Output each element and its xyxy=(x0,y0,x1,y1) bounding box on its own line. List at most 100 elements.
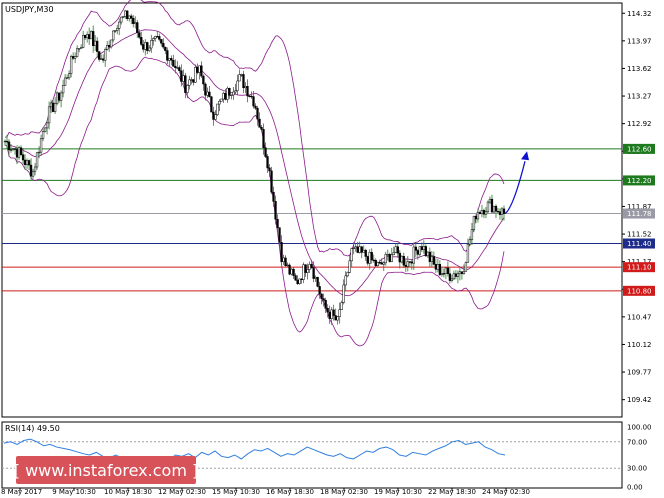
candle-body xyxy=(71,56,75,59)
candle-body xyxy=(264,147,267,157)
candle-body xyxy=(134,22,137,24)
x-tick-label: 12 May 02:30 xyxy=(158,488,206,496)
level-tag-label: 112.20 xyxy=(627,177,652,185)
candle-body xyxy=(312,267,315,279)
candle-body xyxy=(94,40,97,46)
candle-body xyxy=(360,246,363,253)
candle-body xyxy=(15,149,19,158)
rsi-label: RSI(14) 49.50 xyxy=(5,424,60,433)
candle-body xyxy=(106,44,109,50)
candle-body xyxy=(394,246,397,253)
candle-body xyxy=(218,101,221,105)
candle-body xyxy=(284,257,287,266)
candle-body xyxy=(266,156,269,169)
candle-body xyxy=(78,48,81,50)
candle-body xyxy=(84,35,87,39)
candle-body xyxy=(23,159,27,165)
candle-body xyxy=(434,264,438,270)
candle-body xyxy=(166,50,169,61)
candle-body xyxy=(63,77,67,86)
candle-body xyxy=(304,264,307,273)
level-tags: 112.60 112.20 111.78 111.40 111.10 110.80 xyxy=(623,143,655,296)
candle-body xyxy=(154,36,157,39)
candle-body xyxy=(216,103,219,115)
candle-body xyxy=(386,254,389,256)
candle-body xyxy=(498,211,502,215)
candle-body xyxy=(484,211,488,215)
candle-body xyxy=(458,271,462,275)
candle-body xyxy=(448,273,452,281)
candle-body xyxy=(350,248,353,262)
x-tick-label: 10 May 18:30 xyxy=(104,488,152,496)
candle-body xyxy=(232,91,235,96)
candle-body xyxy=(208,91,211,98)
candle-body xyxy=(196,66,199,73)
y-tick-label: 110.12 xyxy=(627,341,652,349)
candle-body xyxy=(332,309,335,316)
candle-body xyxy=(170,58,173,61)
y-tick-label: 111.52 xyxy=(627,231,652,239)
candle-body xyxy=(228,87,231,96)
candle-body xyxy=(422,246,425,250)
candle-body xyxy=(396,246,399,254)
candle-body xyxy=(430,256,434,262)
candle-body xyxy=(486,201,490,213)
candle-body xyxy=(354,246,357,249)
candle-body xyxy=(376,262,379,266)
candle-body xyxy=(446,267,450,274)
candle-body xyxy=(11,148,15,151)
x-tick-label: 9 May 10:30 xyxy=(52,488,96,496)
candle-body xyxy=(436,264,440,270)
level-tag-label: 111.78 xyxy=(627,210,652,218)
candle-body xyxy=(500,208,504,215)
candle-body xyxy=(262,129,265,149)
candle-body xyxy=(366,256,369,264)
candle-body xyxy=(346,272,349,277)
level-tag-label: 110.80 xyxy=(627,287,652,295)
candle-body xyxy=(59,92,63,101)
candle-body xyxy=(322,298,325,301)
candle-body xyxy=(13,148,17,150)
candle-body xyxy=(370,252,373,261)
candle-body xyxy=(320,293,323,299)
candle-body xyxy=(88,34,91,40)
x-axis: 8 May 2017 9 May 10:30 10 May 18:30 12 May … xyxy=(1,488,530,496)
candle-body xyxy=(164,46,167,51)
y-tick-label: 112.92 xyxy=(627,120,652,128)
candle-body xyxy=(412,246,415,264)
candle-body xyxy=(80,47,83,49)
candle-body xyxy=(478,212,482,215)
candle-body xyxy=(43,127,47,132)
candle-body xyxy=(468,239,472,245)
candle-body xyxy=(378,262,381,264)
candle-body xyxy=(480,210,484,215)
y-tick-label: 110.47 xyxy=(627,313,652,321)
candle-body xyxy=(414,246,417,251)
candle-body xyxy=(342,284,345,303)
candle-body xyxy=(314,276,317,279)
candle-body xyxy=(53,103,57,112)
candle-body xyxy=(180,70,183,82)
candle-body xyxy=(286,264,289,267)
candle-body xyxy=(326,308,329,313)
candle-body xyxy=(372,259,375,262)
candle-body xyxy=(452,273,456,280)
candle-body xyxy=(96,40,99,52)
candle-body xyxy=(178,67,181,72)
candle-body xyxy=(65,77,69,79)
candle-body xyxy=(27,160,31,166)
candle-body xyxy=(124,10,127,17)
candle-body xyxy=(296,279,299,284)
candle-body xyxy=(352,247,355,249)
candle-body xyxy=(122,16,125,18)
candle-body xyxy=(29,164,33,177)
candle-body xyxy=(86,34,89,39)
rsi-tick-label: 0.00 xyxy=(627,484,643,492)
candle-body xyxy=(39,138,43,153)
candle-body xyxy=(9,149,13,151)
candle-body xyxy=(272,191,275,202)
candle-body xyxy=(402,256,405,266)
candle-body xyxy=(388,254,391,262)
candle-body xyxy=(182,75,185,82)
rsi-tick-label: 100.00 xyxy=(627,424,652,432)
